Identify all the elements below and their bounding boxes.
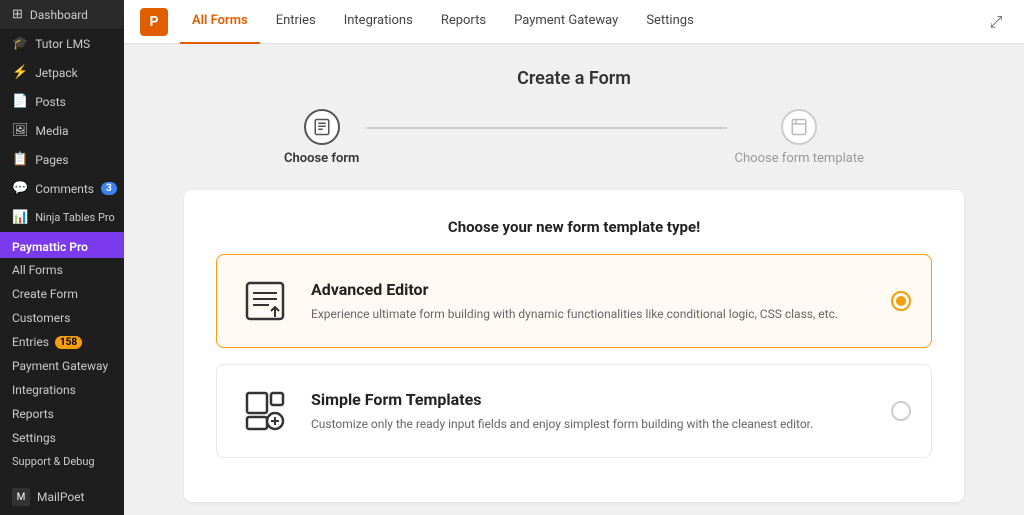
advanced-editor-name: Advanced Editor bbox=[311, 280, 873, 299]
content-area: Create a Form Choose form bbox=[124, 44, 1024, 515]
sidebar-item-create-form[interactable]: Create Form bbox=[0, 282, 124, 306]
ninja-tables-icon: 📊 bbox=[12, 210, 28, 225]
sidebar-item-payment-gateway[interactable]: Payment Gateway bbox=[0, 354, 124, 378]
sidebar-item-settings[interactable]: Settings bbox=[0, 426, 124, 450]
simple-form-radio[interactable] bbox=[891, 401, 911, 421]
sidebar-item-comments[interactable]: 💬 Comments 3 bbox=[0, 174, 124, 203]
form-card-title: Choose your new form template type! bbox=[216, 218, 932, 236]
sidebar-item-media[interactable]: 🖼 Media bbox=[0, 116, 124, 145]
step-2-circle bbox=[781, 109, 817, 145]
form-card: Choose your new form template type! Adva… bbox=[184, 190, 964, 502]
entries-badge: 158 bbox=[55, 336, 82, 349]
comments-badge: 3 bbox=[101, 182, 117, 195]
advanced-editor-icon bbox=[237, 273, 293, 329]
advanced-editor-radio[interactable] bbox=[891, 291, 911, 311]
simple-form-name: Simple Form Templates bbox=[311, 390, 873, 409]
advanced-editor-desc: Experience ultimate form building with d… bbox=[311, 305, 873, 323]
step-1-label: Choose form bbox=[284, 151, 359, 166]
sidebar-item-ninja-tables[interactable]: 📊 Ninja Tables Pro bbox=[0, 203, 124, 232]
paymattic-logo: P bbox=[140, 8, 168, 36]
sidebar-item-support-debug[interactable]: Support & Debug bbox=[0, 450, 124, 473]
tab-integrations[interactable]: Integrations bbox=[332, 0, 425, 44]
sidebar-item-dashboard[interactable]: ⊞ Dashboard bbox=[0, 0, 124, 29]
simple-form-desc: Customize only the ready input fields an… bbox=[311, 415, 873, 433]
template-option-advanced-editor[interactable]: Advanced Editor Experience ultimate form… bbox=[216, 254, 932, 348]
tab-settings[interactable]: Settings bbox=[634, 0, 705, 44]
step-1-circle bbox=[304, 109, 340, 145]
sidebar-item-all-forms[interactable]: All Forms bbox=[0, 258, 124, 282]
tutor-lms-icon: 🎓 bbox=[12, 36, 28, 51]
pages-icon: 📋 bbox=[12, 152, 28, 167]
dashboard-icon: ⊞ bbox=[12, 7, 23, 22]
paymattic-section-header: Paymattic Pro bbox=[0, 232, 124, 258]
sidebar-item-integrations[interactable]: Integrations bbox=[0, 378, 124, 402]
tab-payment-gateway[interactable]: Payment Gateway bbox=[502, 0, 630, 44]
sidebar-item-entries[interactable]: Entries 158 bbox=[0, 330, 124, 354]
tab-all-forms[interactable]: All Forms bbox=[180, 0, 260, 44]
step-2-label: Choose form template bbox=[735, 151, 864, 166]
page-title: Create a Form bbox=[517, 68, 631, 89]
simple-form-info: Simple Form Templates Customize only the… bbox=[311, 390, 873, 433]
jetpack-icon: ⚡ bbox=[12, 65, 28, 80]
sidebar-item-mailpoet[interactable]: M MailPoet bbox=[0, 481, 124, 513]
simple-form-icon bbox=[237, 383, 293, 439]
sidebar-item-pages[interactable]: 📋 Pages bbox=[0, 145, 124, 174]
stepper: Choose form Choose form template bbox=[284, 109, 864, 166]
step-2: Choose form template bbox=[735, 109, 864, 166]
media-icon: 🖼 bbox=[12, 123, 29, 138]
mailpoet-icon: M bbox=[12, 488, 30, 506]
top-navigation: P All Forms Entries Integrations Reports… bbox=[124, 0, 1024, 44]
comments-icon: 💬 bbox=[12, 181, 28, 196]
template-option-simple[interactable]: Simple Form Templates Customize only the… bbox=[216, 364, 932, 458]
tab-reports[interactable]: Reports bbox=[429, 0, 498, 44]
sidebar-item-tutor-lms[interactable]: 🎓 Tutor LMS bbox=[0, 29, 124, 58]
sidebar-item-customers[interactable]: Customers bbox=[0, 306, 124, 330]
expand-icon[interactable]: ⤢ bbox=[984, 10, 1008, 34]
posts-icon: 📄 bbox=[12, 94, 28, 109]
sidebar: ⊞ Dashboard 🎓 Tutor LMS ⚡ Jetpack 📄 Post… bbox=[0, 0, 124, 515]
main-area: P All Forms Entries Integrations Reports… bbox=[124, 0, 1024, 515]
sidebar-item-jetpack[interactable]: ⚡ Jetpack bbox=[0, 58, 124, 87]
sidebar-item-reports[interactable]: Reports bbox=[0, 402, 124, 426]
step-line bbox=[367, 127, 726, 129]
advanced-editor-info: Advanced Editor Experience ultimate form… bbox=[311, 280, 873, 323]
step-1: Choose form bbox=[284, 109, 359, 166]
tab-entries[interactable]: Entries bbox=[264, 0, 328, 44]
sidebar-item-posts[interactable]: 📄 Posts bbox=[0, 87, 124, 116]
